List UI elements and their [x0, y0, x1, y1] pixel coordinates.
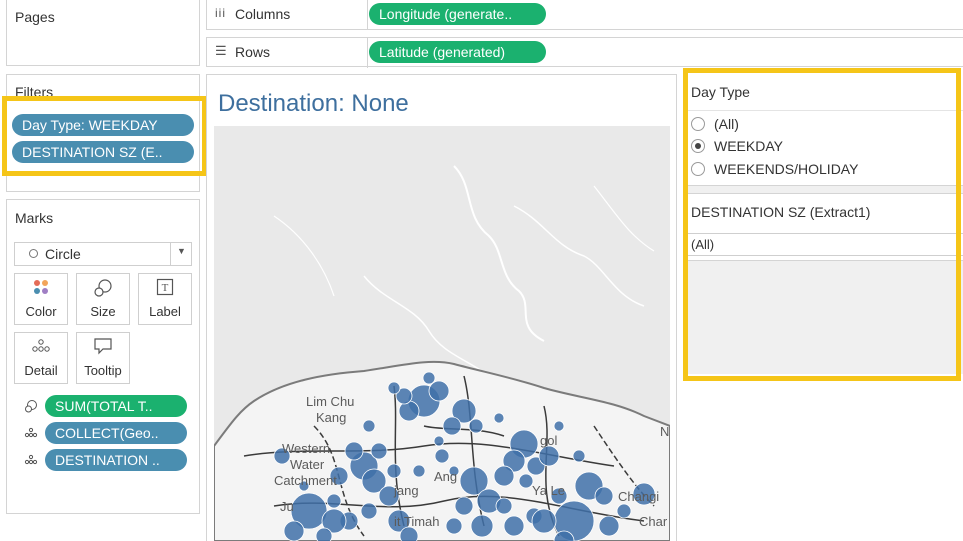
radio-weekends[interactable] — [691, 162, 705, 176]
map-label-western: Western — [282, 441, 331, 456]
color-button[interactable]: Color — [14, 273, 68, 325]
map-label-char: Char — [639, 514, 668, 529]
map-label-ju: Ju — [280, 499, 294, 514]
map-label-kang: Kang — [316, 410, 347, 425]
map-label-catchment: Catchment — [274, 473, 337, 488]
destination-value: (All) — [691, 237, 715, 252]
radio-weekends-label[interactable]: WEEKENDS/HOLIDAY — [714, 161, 858, 177]
marks-field-geometry[interactable]: COLLECT(Geo.. — [45, 422, 187, 444]
tooltip-button[interactable]: Tooltip — [76, 332, 130, 384]
chevron-down-icon: ▼ — [177, 246, 186, 256]
filter-pill-day-type[interactable]: Day Type: WEEKDAY — [12, 114, 194, 136]
map-label-lim-chu: Lim Chu — [306, 394, 355, 409]
size-icon — [77, 278, 129, 304]
columns-icon: iii — [215, 6, 226, 20]
detail-dots-icon — [24, 454, 38, 468]
map-label-n: N — [660, 424, 670, 439]
text-label-icon: T — [139, 278, 191, 304]
mark-type-label: Circle — [45, 246, 81, 262]
radio-weekday[interactable] — [691, 139, 705, 153]
columns-shelf[interactable]: iii Columns — [206, 0, 963, 30]
map-label-ya-le: Ya Le — [532, 483, 566, 498]
marks-field-destination[interactable]: DESTINATION .. — [45, 449, 187, 471]
rows-pill[interactable]: Latitude (generated) — [369, 41, 546, 63]
detail-dots-icon — [15, 337, 67, 363]
tooltip-button-label: Tooltip — [84, 363, 122, 378]
svg-text:T: T — [162, 282, 169, 294]
label-button-label: Label — [149, 304, 181, 319]
detail-button[interactable]: Detail — [14, 332, 68, 384]
destination-title: DESTINATION SZ (Extract1) — [691, 204, 871, 220]
pages-card: Pages — [6, 0, 200, 66]
size-button[interactable]: Size — [76, 273, 130, 325]
map-label-gol: gol — [540, 433, 558, 448]
filters-title: Filters — [15, 84, 54, 100]
map-view[interactable]: Lim Chu Kang Western Water Catchment Ju … — [214, 126, 670, 541]
radio-all[interactable] — [691, 117, 705, 131]
size-button-label: Size — [90, 304, 116, 319]
columns-label: Columns — [235, 6, 291, 22]
view-title: Destination: None — [218, 90, 409, 117]
filter-pill-destination[interactable]: DESTINATION SZ (E.. — [12, 141, 194, 163]
map-label-it-timah: it Timah — [394, 514, 440, 529]
radio-weekday-label[interactable]: WEEKDAY — [714, 138, 783, 154]
map-label-ang: Ang — [434, 469, 458, 484]
tooltip-bubble-icon — [77, 337, 129, 363]
rows-label: Rows — [235, 44, 271, 60]
mark-type-dropdown[interactable]: Circle ▼ — [14, 242, 192, 266]
radio-all-label[interactable]: (All) — [714, 116, 739, 132]
columns-pill[interactable]: Longitude (generate.. — [369, 3, 546, 25]
day-type-title: Day Type — [691, 84, 750, 100]
size-icon — [24, 399, 38, 413]
rows-icon: ☰ — [215, 43, 227, 58]
destination-dropdown[interactable]: (All) — [687, 233, 963, 256]
pages-title: Pages — [15, 9, 55, 25]
rows-shelf[interactable]: ☰ Rows — [206, 37, 963, 68]
map-label-water: Water — [290, 457, 325, 472]
label-button[interactable]: T Label — [138, 273, 192, 325]
color-button-label: Color — [25, 304, 57, 319]
marks-field-size[interactable]: SUM(TOTAL T.. — [45, 395, 187, 417]
detail-button-label: Detail — [24, 363, 58, 378]
map-label-jang: jang — [394, 483, 419, 498]
detail-dots-icon — [24, 427, 38, 441]
color-dots-icon — [15, 278, 67, 304]
map-label-changi: Changi — [618, 489, 660, 504]
marks-title: Marks — [15, 210, 54, 226]
circle-icon — [29, 249, 38, 258]
